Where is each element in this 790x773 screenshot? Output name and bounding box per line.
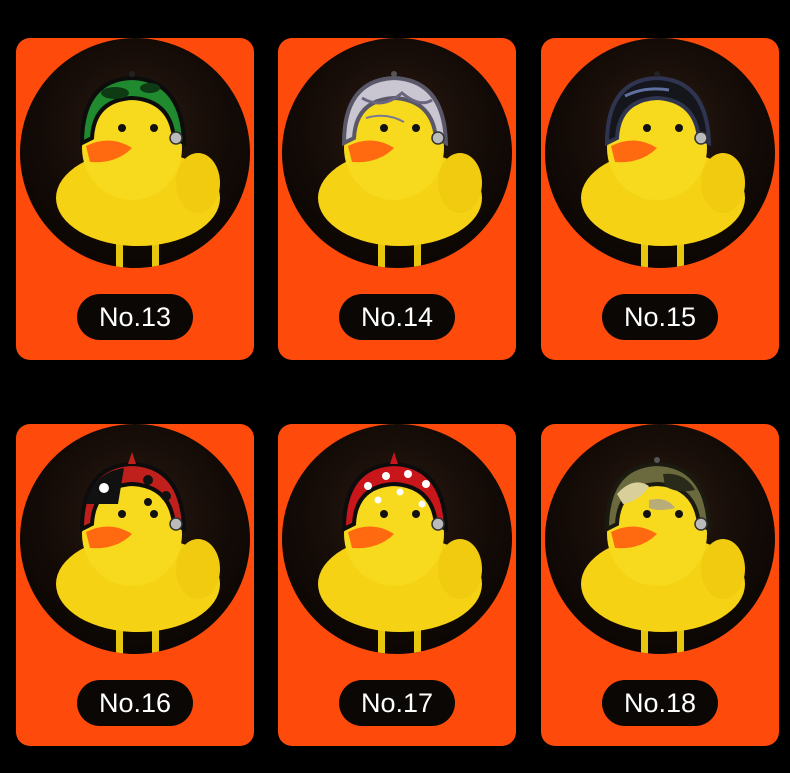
- product-label: No.14: [339, 294, 455, 340]
- rubber-duck-image: [318, 71, 482, 268]
- rubber-duck-image: [56, 71, 220, 268]
- product-label: No.15: [602, 294, 718, 340]
- product-card-no17[interactable]: No.17: [278, 424, 516, 746]
- product-photo-circle: [282, 38, 512, 268]
- rubber-duck-image: [581, 71, 745, 268]
- rubber-duck-image: [318, 452, 482, 654]
- rubber-duck-image: [581, 457, 745, 654]
- rubber-duck-image: [56, 452, 220, 654]
- product-card-no18[interactable]: No.18: [541, 424, 779, 746]
- product-photo-circle: [282, 424, 512, 654]
- product-card-no13[interactable]: No.13: [16, 38, 254, 360]
- product-card-no16[interactable]: No.16: [16, 424, 254, 746]
- product-label: No.13: [77, 294, 193, 340]
- product-label: No.18: [602, 680, 718, 726]
- product-photo-circle: [20, 424, 250, 654]
- product-card-no15[interactable]: No.15: [541, 38, 779, 360]
- product-photo-circle: [20, 38, 250, 268]
- product-photo-circle: [545, 38, 775, 268]
- product-photo-circle: [545, 424, 775, 654]
- product-label: No.16: [77, 680, 193, 726]
- product-label: No.17: [339, 680, 455, 726]
- product-card-no14[interactable]: No.14: [278, 38, 516, 360]
